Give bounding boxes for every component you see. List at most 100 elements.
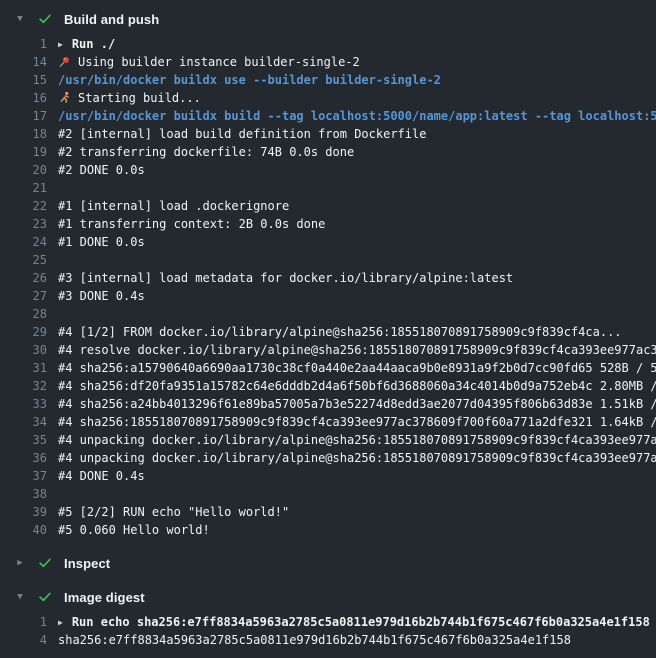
runner-icon — [58, 91, 71, 104]
line-text: #2 DONE 0.0s — [58, 161, 656, 179]
line-number[interactable]: 27 — [0, 287, 47, 305]
log-line: 26 #3 [internal] load metadata for docker… — [0, 269, 656, 287]
line-text: #5 0.060 Hello world! — [58, 521, 656, 539]
line-text-content: #4 [1/2] FROM docker.io/library/alpine@s… — [58, 325, 622, 339]
line-number[interactable]: 29 — [0, 323, 47, 341]
log-line: 23 #1 transferring context: 2B 0.0s done — [0, 215, 656, 233]
line-number[interactable]: 32 — [0, 377, 47, 395]
line-text-content: Using builder instance builder-single-2 — [78, 55, 360, 69]
line-text-content: #4 sha256:185518070891758909c9f839cf4ca3… — [58, 415, 656, 429]
step-header-inspect[interactable]: ▶Inspect — [0, 550, 656, 576]
line-text: sha256:e7ff8834a5963a2785c5a0811e979d16b… — [58, 631, 656, 649]
line-number[interactable]: 28 — [0, 305, 47, 323]
log-line: 18 #2 [internal] load build definition fr… — [0, 125, 656, 143]
line-number[interactable]: 40 — [0, 521, 47, 539]
line-text: #1 transferring context: 2B 0.0s done — [58, 215, 656, 233]
chevron-right-icon[interactable]: ▶ — [58, 36, 63, 53]
line-number[interactable]: 15 — [0, 71, 47, 89]
step-section-image-digest: ▼ Image digest 1 ▶Run echo sha256:e7ff8834a… — [0, 584, 656, 652]
line-text: #4 sha256:a24bb4013296f61e89ba57005a7b3e… — [58, 395, 656, 413]
line-text: Using builder instance builder-single-2 — [58, 53, 656, 71]
line-number[interactable]: 16 — [0, 89, 47, 107]
line-number[interactable]: 20 — [0, 161, 47, 179]
step-log-body: 1 ▶Run ./ 14 Using builder instance builder… — [0, 32, 656, 542]
workflow-log: ▼Build and push1▶Run ./14Using builder i… — [0, 0, 656, 652]
line-text-content: /usr/bin/docker buildx build --tag local… — [58, 109, 656, 123]
log-line: 34 #4 sha256:185518070891758909c9f839cf4c… — [0, 413, 656, 431]
line-text-content: #5 0.060 Hello world! — [58, 523, 210, 537]
line-number[interactable]: 1 — [0, 35, 47, 53]
line-number[interactable]: 38 — [0, 485, 47, 503]
log-line: 16 Starting build... — [0, 89, 656, 107]
line-number[interactable]: 18 — [0, 125, 47, 143]
line-number[interactable]: 23 — [0, 215, 47, 233]
log-line: 22#1 [internal] load .dockerignore — [0, 197, 656, 215]
line-number[interactable]: 4 — [0, 631, 47, 649]
chevron-right-icon[interactable]: ▶ — [58, 614, 63, 631]
line-number[interactable]: 31 — [0, 359, 47, 377]
line-number[interactable]: 33 — [0, 395, 47, 413]
line-number[interactable]: 36 — [0, 449, 47, 467]
line-text-content: Starting build... — [78, 91, 201, 105]
pushpin-icon — [58, 55, 71, 68]
chevron-down-icon: ▼ — [14, 591, 26, 603]
line-text: #3 DONE 0.4s — [58, 287, 656, 305]
log-line: 20 #2 DONE 0.0s — [0, 161, 656, 179]
log-line: 21 — [0, 179, 656, 197]
line-text-content: #3 [internal] load metadata for docker.i… — [58, 271, 513, 285]
line-text: /usr/bin/docker buildx use --builder bui… — [58, 71, 656, 89]
line-number[interactable]: 39 — [0, 503, 47, 521]
log-line: 1 ▶Run echo sha256:e7ff8834a5963a2785c5a0… — [0, 613, 656, 631]
line-text: ▶Run echo sha256:e7ff8834a5963a2785c5a08… — [58, 613, 656, 631]
line-text: #4 sha256:185518070891758909c9f839cf4ca3… — [58, 413, 656, 431]
line-text-content: #2 [internal] load build definition from… — [58, 127, 426, 141]
line-number[interactable]: 22 — [0, 197, 47, 215]
status-success-badge — [38, 590, 52, 604]
line-number[interactable]: 26 — [0, 269, 47, 287]
line-number[interactable]: 30 — [0, 341, 47, 359]
line-number[interactable]: 14 — [0, 53, 47, 71]
line-text: #4 DONE 0.4s — [58, 467, 656, 485]
step-title: Image digest — [64, 590, 145, 605]
log-line: 15/usr/bin/docker buildx use --builder b… — [0, 71, 656, 89]
line-text-content: #4 sha256:df20fa9351a15782c64e6dddb2d4a6… — [58, 379, 656, 393]
status-success-badge — [38, 12, 52, 26]
step-header-build-and-push[interactable]: ▼Build and push — [0, 6, 656, 32]
line-text-content: #3 DONE 0.4s — [58, 289, 145, 303]
line-text-content: sha256:e7ff8834a5963a2785c5a0811e979d16b… — [58, 633, 571, 647]
line-number[interactable]: 34 — [0, 413, 47, 431]
line-text: #1 DONE 0.0s — [58, 233, 656, 251]
line-number[interactable]: 17 — [0, 107, 47, 125]
line-number[interactable]: 24 — [0, 233, 47, 251]
step-header-image-digest[interactable]: ▼ Image digest — [0, 584, 656, 610]
log-line: 17/usr/bin/docker buildx build --tag loc… — [0, 107, 656, 125]
line-text-content: /usr/bin/docker buildx use --builder bui… — [58, 73, 441, 87]
line-number[interactable]: 25 — [0, 251, 47, 269]
line-text: #4 [1/2] FROM docker.io/library/alpine@s… — [58, 323, 656, 341]
log-line: 24 #1 DONE 0.0s — [0, 233, 656, 251]
check-icon — [38, 12, 52, 26]
log-line: 1 ▶Run ./ — [0, 35, 656, 53]
line-text: #4 sha256:df20fa9351a15782c64e6dddb2d4a6… — [58, 377, 656, 395]
log-line: 40 #5 0.060 Hello world! — [0, 521, 656, 539]
line-number[interactable]: 21 — [0, 179, 47, 197]
step-section-build-and-push: ▼Build and push 1 ▶Run ./ 14 Using builder i… — [0, 6, 656, 542]
line-text-content: #4 unpacking docker.io/library/alpine@sh… — [58, 451, 656, 465]
line-number[interactable]: 37 — [0, 467, 47, 485]
log-line: 14 Using builder instance builder-single-… — [0, 53, 656, 71]
line-text-content: #2 DONE 0.0s — [58, 163, 145, 177]
line-text: #2 transferring dockerfile: 74B 0.0s don… — [58, 143, 656, 161]
log-line: 37 #4 DONE 0.4s — [0, 467, 656, 485]
log-line: 30#4 resolve docker.io/library/alpine@sh… — [0, 341, 656, 359]
log-line: 25 — [0, 251, 656, 269]
log-line: 35#4 unpacking docker.io/library/alpine@… — [0, 431, 656, 449]
line-text: ▶Run ./ — [58, 35, 656, 53]
log-line: 39#5 [2/2] RUN echo "Hello world!" — [0, 503, 656, 521]
line-number[interactable]: 1 — [0, 613, 47, 631]
log-line: 28 — [0, 305, 656, 323]
status-success-badge — [38, 556, 52, 570]
check-icon — [38, 590, 52, 604]
log-line: 33 #4 sha256:a24bb4013296f61e89ba57005a7b… — [0, 395, 656, 413]
line-number[interactable]: 35 — [0, 431, 47, 449]
line-number[interactable]: 19 — [0, 143, 47, 161]
